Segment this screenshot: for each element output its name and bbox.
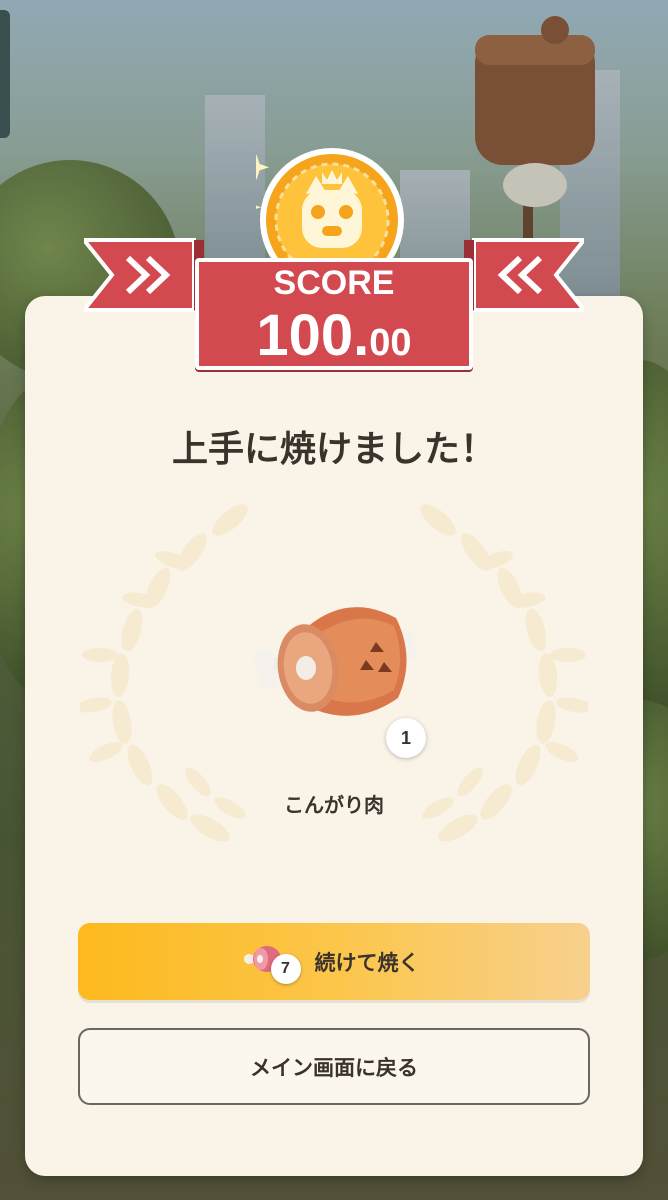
continue-grilling-label: 続けて焼く	[314, 950, 420, 975]
score-decimal: 00	[369, 322, 412, 364]
score-label: SCORE	[273, 264, 395, 302]
continue-grilling-button[interactable]: 7 続けて焼く	[78, 923, 590, 1000]
item-quantity-badge: 1	[386, 718, 426, 758]
back-to-main-button[interactable]: メイン画面に戻る	[78, 1028, 590, 1105]
item-name: こんがり肉	[284, 793, 384, 817]
score-integer: 100.	[256, 303, 370, 368]
result-title: 上手に焼けました！	[171, 429, 496, 470]
back-to-main-label: メイン画面に戻る	[250, 1055, 418, 1080]
raw-meat-counter: 7	[243, 942, 301, 984]
score-panel: SCORE 100.00	[195, 258, 473, 370]
score-value: 100.00	[199, 302, 469, 369]
cooked-meat-icon	[253, 607, 417, 716]
raw-meat-count-badge: 7	[270, 953, 301, 984]
